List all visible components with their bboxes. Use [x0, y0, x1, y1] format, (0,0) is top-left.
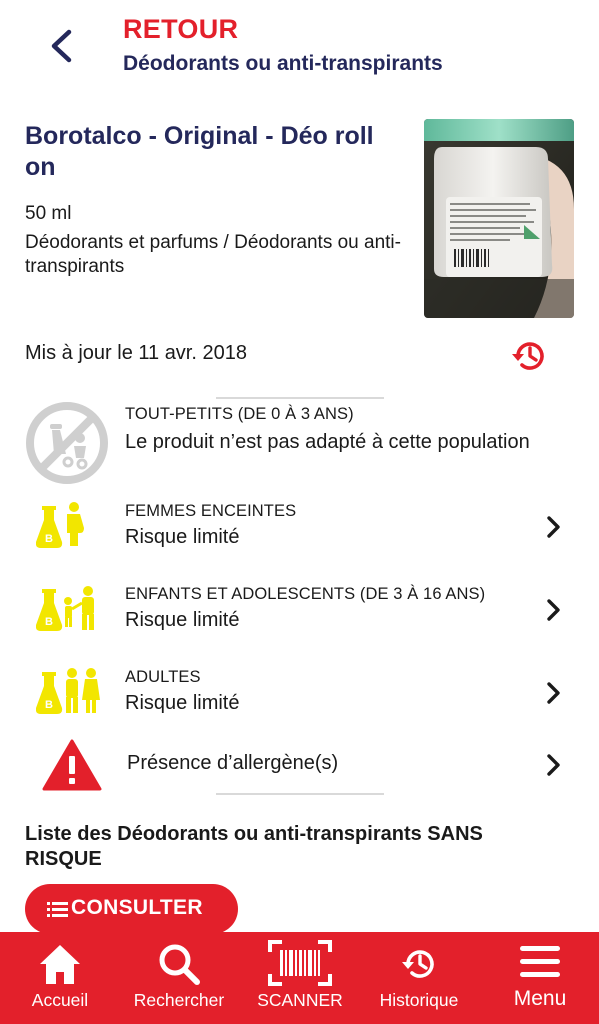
- nav-label: Accueil: [31, 990, 89, 1010]
- barcode-scanner-icon: [268, 940, 332, 986]
- nav-label: Rechercher: [133, 990, 225, 1010]
- flask-pregnant-woman-icon: B: [35, 500, 88, 557]
- product-category-path: Déodorants et parfums / Déodorants ou an…: [25, 232, 401, 277]
- risk-group-label: FEMMES ENCEINTES: [125, 502, 297, 520]
- nav-label: Menu: [513, 987, 567, 1010]
- bottom-navigation: Accueil Rechercher SCANNER Historique Me…: [0, 932, 599, 1024]
- product-quantity: 50 ml: [25, 203, 72, 224]
- risk-row-toddlers: TOUT-PETITS (DE 0 À 3 ANS) Le produit n’…: [0, 400, 599, 490]
- risk-row-children[interactable]: B ENFANTS ET ADOLESCENTS (DE 3 À 16 ANS)…: [0, 581, 599, 645]
- nav-item-menu[interactable]: Menu: [490, 932, 590, 1024]
- category-title: Déodorants ou anti-transpirants: [123, 52, 443, 75]
- search-icon: [159, 944, 200, 985]
- divider-bottom: [216, 793, 384, 795]
- svg-text:B: B: [45, 699, 53, 711]
- risk-status: Risque limité: [125, 609, 240, 631]
- chevron-right-icon: [547, 599, 560, 621]
- back-button[interactable]: [42, 24, 82, 68]
- list-icon: [47, 902, 68, 917]
- risk-status: Le produit n’est pas adapté à cette popu…: [125, 431, 530, 453]
- history-button[interactable]: [509, 336, 549, 376]
- nav-item-scanner[interactable]: SCANNER: [250, 932, 350, 1024]
- history-icon: [402, 950, 434, 978]
- safe-list-title: Liste des Déodorants ou anti-transpirant…: [25, 823, 483, 870]
- warning-triangle-icon: [42, 739, 102, 796]
- header: RETOUR Déodorants ou anti-transpirants: [0, 0, 599, 100]
- last-updated-date: Mis à jour le 11 avr. 2018: [25, 342, 247, 364]
- risk-group-label: TOUT-PETITS (DE 0 À 3 ANS): [125, 405, 354, 423]
- svg-text:B: B: [45, 533, 53, 545]
- nav-item-search[interactable]: Rechercher: [127, 932, 231, 1024]
- nav-label: Historique: [379, 990, 459, 1010]
- back-link-label[interactable]: RETOUR: [123, 14, 238, 45]
- chevron-right-icon: [547, 682, 560, 704]
- risk-row-pregnant-women[interactable]: B FEMMES ENCEINTES Risque limité: [0, 498, 599, 562]
- chevron-right-icon: [547, 516, 560, 538]
- risk-group-label: ADULTES: [125, 668, 201, 686]
- nav-item-history[interactable]: Historique: [369, 932, 469, 1024]
- consult-button[interactable]: CONSULTER: [25, 884, 238, 934]
- flask-children-icon: B: [35, 583, 102, 640]
- product-photo[interactable]: [424, 119, 574, 318]
- home-icon: [40, 945, 80, 984]
- allergen-row[interactable]: Présence d’allergène(s): [0, 737, 599, 793]
- flask-adults-icon: B: [35, 666, 102, 723]
- risk-status: Risque limité: [125, 526, 240, 548]
- not-suitable-baby-icon: [24, 400, 110, 491]
- history-icon: [512, 342, 544, 370]
- risk-status: Risque limité: [125, 692, 240, 714]
- risk-group-label: ENFANTS ET ADOLESCENTS (DE 3 À 16 ANS): [125, 585, 486, 603]
- chevron-left-icon: [51, 29, 72, 63]
- menu-icon: [520, 946, 560, 977]
- risk-row-adults[interactable]: B ADULTES Risque limité: [0, 664, 599, 728]
- allergen-label: Présence d’allergène(s): [127, 752, 339, 774]
- nav-label: SCANNER: [257, 990, 343, 1010]
- nav-item-home[interactable]: Accueil: [10, 932, 110, 1024]
- chevron-right-icon: [547, 754, 560, 776]
- consult-button-label: CONSULTER: [71, 896, 203, 919]
- divider-top: [216, 397, 384, 399]
- svg-text:B: B: [45, 616, 53, 628]
- product-name: Borotalco - Original - Déo roll on: [25, 122, 374, 181]
